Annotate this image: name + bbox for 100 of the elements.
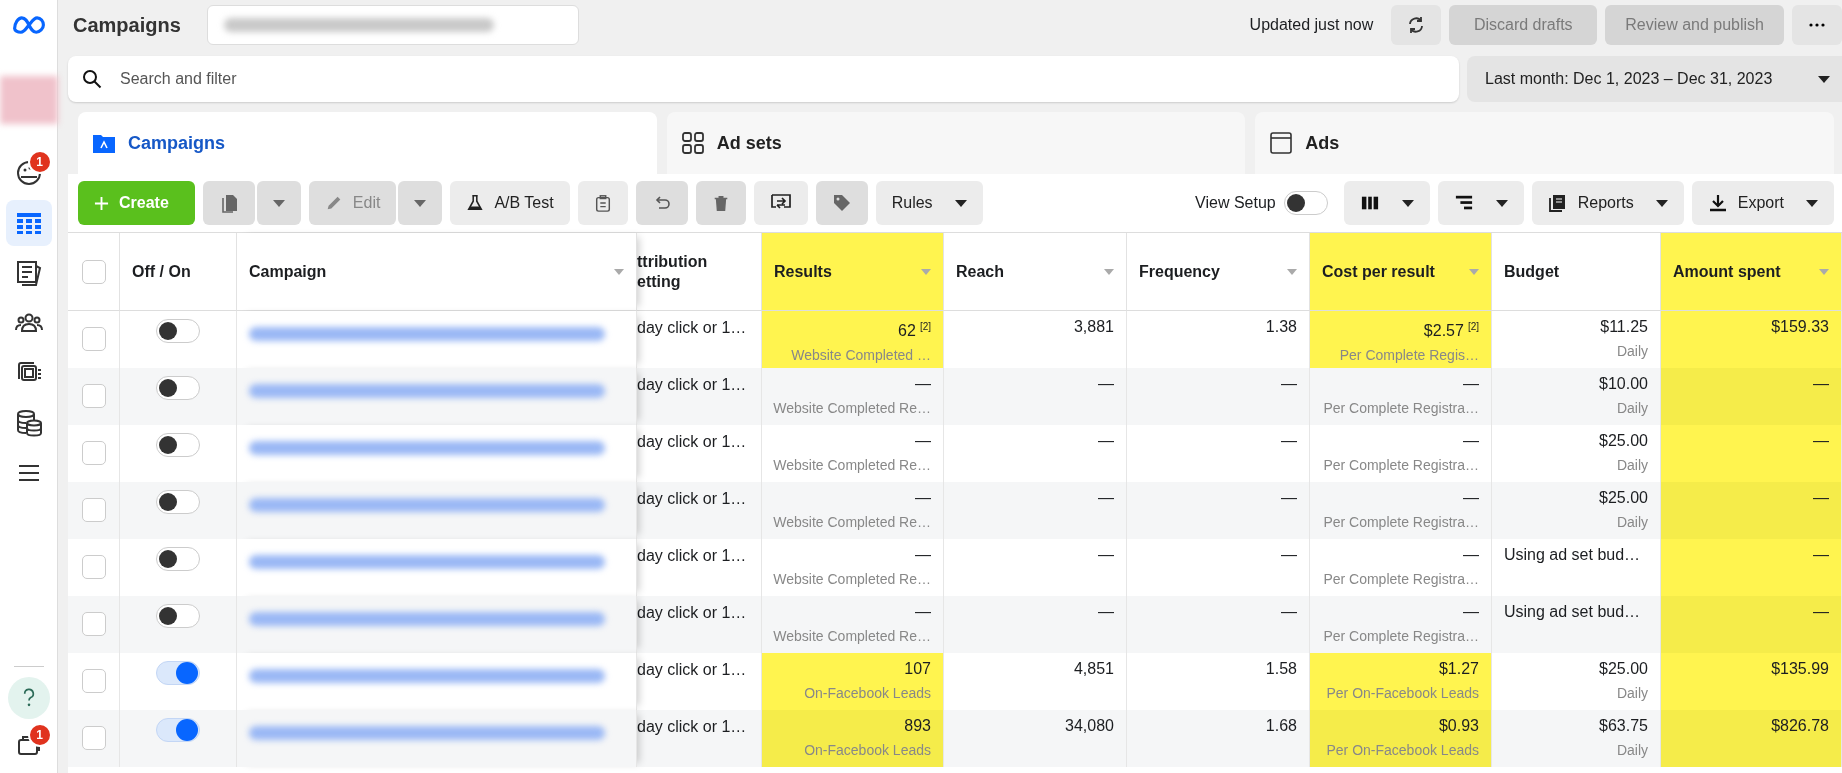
table-cell: $826.78: [1771, 716, 1829, 736]
cell-caption: Daily: [1616, 514, 1648, 530]
breakdown-icon: [1453, 194, 1474, 212]
swap-button[interactable]: [753, 181, 808, 225]
table-cell: —: [1281, 488, 1297, 508]
column-header[interactable]: Frequency: [1127, 233, 1310, 311]
page-title: Campaigns: [73, 13, 181, 37]
table-cell: —: [1463, 545, 1479, 565]
caret-icon: [1495, 199, 1508, 207]
table-cell: —: [1098, 488, 1114, 508]
column-header[interactable]: Budget: [1492, 233, 1661, 311]
cell-caption: Per On-Facebook Leads: [1326, 685, 1479, 701]
table-cell-text: day click or 1…: [637, 319, 748, 337]
grid-icon: [680, 131, 705, 155]
table-cell-text: day click or 1…: [637, 547, 748, 565]
checkbox[interactable]: [81, 555, 106, 579]
tab[interactable]: Ad sets: [666, 112, 1246, 174]
table-cell: Using ad set bud…: [1504, 602, 1641, 622]
tab[interactable]: Ads: [1255, 112, 1834, 174]
table-cell: —: [915, 374, 931, 394]
table-cell-text: day click or 1…: [637, 718, 748, 736]
gauge-icon: [14, 159, 43, 187]
toggle-switch[interactable]: [156, 376, 200, 400]
search-icon: [82, 69, 102, 89]
toolbar-button[interactable]: Rules: [875, 181, 983, 225]
toggle-switch[interactable]: [156, 547, 200, 571]
columns-button[interactable]: [1343, 181, 1430, 225]
flask-icon: [466, 194, 485, 212]
clipboard-button[interactable]: [577, 181, 628, 225]
toolbar-button[interactable]: Reports: [1531, 181, 1684, 225]
toolbar-button[interactable]: Export: [1691, 181, 1834, 225]
table-cell: —: [1463, 374, 1479, 394]
notification-badge: 1: [27, 150, 52, 174]
toggle-switch[interactable]: [156, 319, 200, 343]
column-header[interactable]: Off / On: [120, 233, 237, 311]
cell-caption: Per Complete Registra…: [1323, 400, 1479, 416]
caret-icon: [272, 199, 285, 207]
date-range-button[interactable]: Last month: Dec 1, 2023 – Dec 31, 2023: [1467, 56, 1842, 102]
search-field[interactable]: Search and filter: [68, 56, 1459, 102]
table-cell: 1.68: [1265, 716, 1297, 736]
table-cell: —: [1813, 431, 1829, 451]
table-cell: Using ad set bud…: [1504, 545, 1641, 565]
checkbox[interactable]: [81, 327, 106, 351]
checkbox[interactable]: [81, 612, 106, 636]
clipboard-icon: [593, 193, 612, 213]
table-cell-text: 62$^{[2]}$: [898, 320, 931, 342]
table-cell-text: day click or 1…: [637, 661, 748, 679]
toolbar-button[interactable]: A/B Test: [450, 181, 570, 225]
cell-caption: On-Facebook Leads: [804, 685, 931, 701]
column-header[interactable]: Amount spent: [1661, 233, 1842, 311]
table-cell: —: [1463, 488, 1479, 508]
table-cell: $11.25: [1600, 317, 1648, 337]
table-cell-text: day click or 1…: [637, 604, 748, 622]
table-cell: 1.38: [1265, 317, 1297, 337]
cell-caption: Website Completed Re…: [773, 514, 931, 530]
checkbox[interactable]: [81, 726, 106, 750]
table-cell: 3,881: [1073, 317, 1114, 337]
toggle-switch[interactable]: [156, 433, 200, 457]
cell-caption: Per Complete Registra…: [1323, 571, 1479, 587]
column-header[interactable]: Results: [762, 233, 944, 311]
table-cell: 4,851: [1073, 659, 1114, 679]
table-cell: —: [1281, 374, 1297, 394]
column-header[interactable]: Reach: [944, 233, 1127, 311]
table-cell: —: [915, 602, 931, 622]
cell-caption: Per Complete Registra…: [1323, 514, 1479, 530]
column-header[interactable]: ttribution etting: [637, 233, 762, 311]
checkbox[interactable]: [81, 441, 106, 465]
breakdown-button[interactable]: [1437, 181, 1524, 225]
table-cell: —: [1098, 374, 1114, 394]
caret-icon: [414, 199, 427, 207]
toggle-switch[interactable]: [156, 604, 200, 628]
table-cell: 34,080: [1065, 716, 1114, 736]
refresh-button[interactable]: [1391, 5, 1442, 45]
toggle-switch[interactable]: [156, 718, 200, 742]
cell-caption: On-Facebook Leads: [804, 742, 931, 758]
checkbox[interactable]: [81, 259, 106, 284]
sidebar-item[interactable]: 1: [5, 150, 52, 196]
toggle-switch[interactable]: [156, 490, 200, 514]
checkbox[interactable]: [81, 384, 106, 408]
checkbox[interactable]: [81, 669, 106, 693]
update-status: Updated just now: [1249, 16, 1374, 34]
caret-icon: [1806, 199, 1818, 207]
cell-caption: Per Complete Regis…: [1339, 347, 1479, 364]
table-cell: —: [1813, 545, 1829, 565]
table-cell: —: [1813, 374, 1829, 394]
caret-icon: [1818, 75, 1830, 83]
cell-caption: Website Completed Re…: [773, 457, 931, 473]
report-icon: [1547, 193, 1568, 213]
table-cell: —: [1098, 602, 1114, 622]
tab[interactable]: Campaigns: [78, 112, 657, 174]
toggle-switch[interactable]: [156, 661, 200, 685]
table-cell: $135.99: [1771, 659, 1829, 679]
column-header[interactable]: Campaign: [237, 233, 637, 311]
caret-icon: [954, 199, 967, 207]
checkbox[interactable]: [81, 498, 106, 522]
cell-caption: Website Completed Re…: [773, 571, 931, 587]
infinity-logo-icon[interactable]: [10, 14, 47, 36]
column-header[interactable]: Cost per result: [1310, 233, 1492, 311]
sidebar-item[interactable]: 1: [5, 723, 52, 769]
toggle-switch[interactable]: [1283, 191, 1328, 215]
